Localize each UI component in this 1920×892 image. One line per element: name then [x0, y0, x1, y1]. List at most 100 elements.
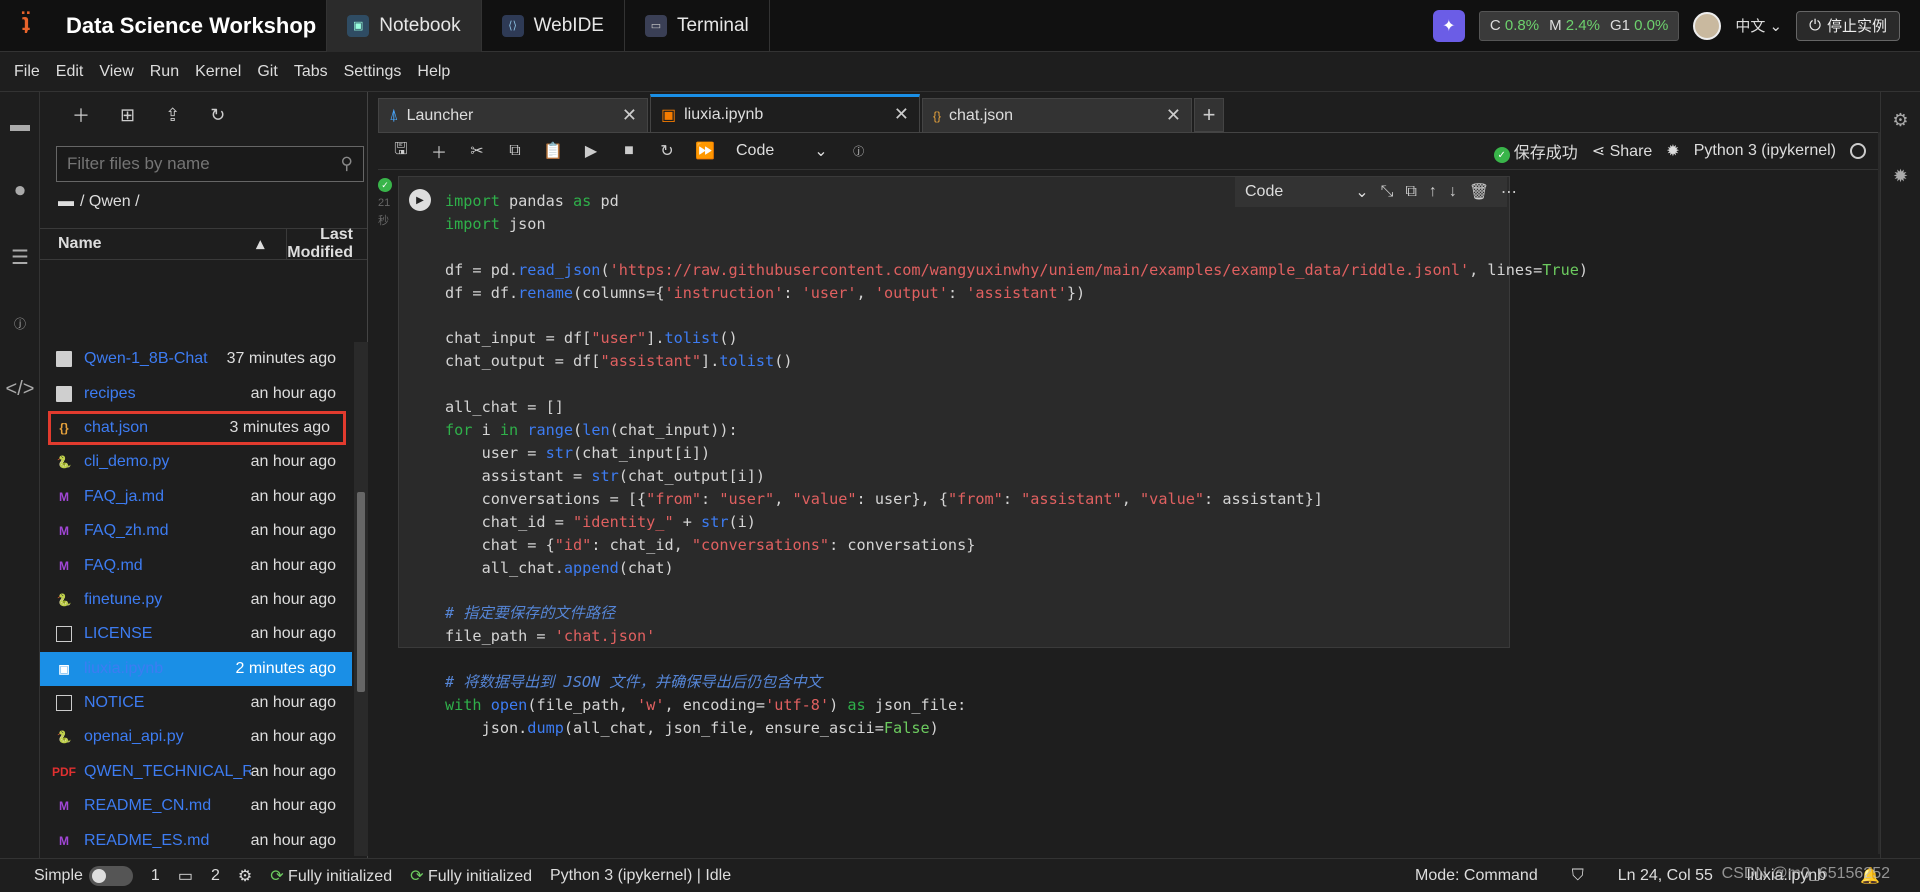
avatar[interactable] — [1693, 11, 1722, 40]
code-line: assistant = str(chat_output[i]) — [445, 466, 766, 485]
new-folder-icon[interactable]: ⊞ — [120, 105, 135, 126]
menu-settings[interactable]: Settings — [336, 63, 410, 81]
top-tab-notebook[interactable]: ▣ Notebook — [326, 0, 481, 52]
tab-launcher[interactable]: ⍋ Launcher ✕ — [378, 98, 648, 132]
file-row[interactable]: 🐍 cli_demo.py an hour ago — [40, 445, 352, 479]
cell-type-select[interactable]: Code ⌄ — [726, 141, 838, 161]
file-row[interactable]: M FAQ.md an hour ago — [40, 548, 352, 582]
restart-icon[interactable]: ↻ — [650, 136, 684, 166]
file-row[interactable]: M FAQ_ja.md an hour ago — [40, 480, 352, 514]
refresh-icon[interactable]: ↻ — [210, 105, 225, 126]
run-all-icon[interactable]: ⏩ — [688, 136, 722, 166]
file-row[interactable]: recipes an hour ago — [40, 376, 352, 410]
tab-chat-json[interactable]: {} chat.json ✕ — [922, 98, 1192, 132]
job-icon[interactable]: ⓙ — [0, 290, 40, 356]
copy-icon[interactable]: ⧉ — [498, 136, 532, 166]
menu-run[interactable]: Run — [142, 63, 187, 81]
lsp-icon: ⟳ — [270, 867, 284, 885]
stop-icon[interactable]: ■ — [612, 136, 646, 166]
kernel-status[interactable]: Python 3 (ipykernel) | Idle — [550, 867, 731, 885]
menu-help[interactable]: Help — [409, 63, 458, 81]
move-down-icon[interactable]: ↓ — [1449, 183, 1457, 201]
run-icon[interactable]: ▶ — [574, 136, 608, 166]
paste-icon[interactable]: 📋 — [536, 136, 570, 166]
folder-icon[interactable]: ▬ — [0, 92, 40, 158]
file-row[interactable]: Qwen-1_8B-Chat 37 minutes ago — [40, 342, 352, 376]
running-icon[interactable]: ⏺ — [0, 158, 40, 224]
file-row[interactable]: M README_CN.md an hour ago — [40, 789, 352, 823]
collapse-icon[interactable]: ⤡ — [1381, 183, 1394, 201]
share-button[interactable]: ⋖ Share — [1592, 141, 1653, 161]
json-icon: {} — [933, 108, 942, 123]
cut-icon[interactable]: ✂ — [460, 136, 494, 166]
add-tab-button[interactable]: + — [1194, 98, 1224, 132]
close-icon[interactable]: ✕ — [1166, 105, 1181, 126]
top-tab-webide[interactable]: ⟨⟩ WebIDE — [480, 0, 624, 52]
file-modified: an hour ago — [250, 728, 336, 746]
close-icon[interactable]: ✕ — [894, 104, 909, 125]
menu-view[interactable]: View — [91, 63, 141, 81]
tab-liuxia-ipynb[interactable]: ▣ liuxia.ipynb ✕ — [650, 94, 920, 132]
bug-icon[interactable]: ✹ — [1881, 148, 1920, 204]
file-name: recipes — [84, 384, 136, 402]
new-launcher-icon[interactable]: ＋ — [72, 102, 90, 128]
run-cell-button[interactable]: ▶ — [409, 189, 431, 211]
save-icon[interactable]: 🖫 — [384, 136, 418, 166]
breadcrumb-path[interactable]: / Qwen / — [80, 193, 140, 211]
bug-icon[interactable]: ✹ — [1666, 141, 1679, 161]
code-editor[interactable]: import pandas as pd import json df = pd.r… — [445, 190, 1588, 740]
menu-tabs[interactable]: Tabs — [286, 63, 336, 81]
filter-input[interactable] — [67, 154, 341, 174]
folder-icon[interactable]: ▬ — [58, 193, 74, 211]
more-icon[interactable]: ⋯ — [1501, 182, 1517, 202]
column-name[interactable]: Name — [58, 235, 102, 253]
file-row[interactable]: LICENSE an hour ago — [40, 617, 352, 651]
breadcrumb: ▬ / Qwen / — [40, 182, 367, 222]
chevron-down-icon[interactable]: ⌄ — [1355, 182, 1368, 202]
file-row[interactable]: 🐍 openai_api.py an hour ago — [40, 720, 352, 754]
file-row[interactable]: {} chat.json 3 minutes ago — [48, 410, 346, 446]
exec-count: 21 — [378, 197, 391, 209]
upload-icon[interactable]: ⇪ — [165, 105, 180, 126]
file-row[interactable]: ▣ liuxia.ipynb 2 minutes ago — [40, 651, 352, 686]
file-row[interactable]: 🐍 finetune.py an hour ago — [40, 583, 352, 617]
delete-icon[interactable]: 🗑 — [1469, 182, 1489, 202]
stop-instance-button[interactable]: ⏻ 停止实例 — [1796, 10, 1900, 41]
gpu-label: G1 — [1609, 17, 1630, 34]
code-icon[interactable]: </> — [0, 356, 40, 422]
language-select[interactable]: 中文 ⌄ — [1735, 15, 1782, 36]
insert-cell-icon[interactable]: ＋ — [422, 136, 456, 166]
file-row[interactable]: M README_ES.md an hour ago — [40, 823, 352, 854]
close-icon[interactable]: ✕ — [622, 105, 637, 126]
file-list-scrollbar[interactable] — [354, 342, 368, 856]
code-line: chat_id = "identity_" + str(i) — [445, 512, 756, 531]
toc-icon[interactable]: ☰ — [0, 224, 40, 290]
gear-icon[interactable]: ⚙ — [1881, 92, 1920, 148]
top-tab-terminal[interactable]: ▭ Terminal — [623, 0, 770, 52]
top-tab-label: Terminal — [676, 14, 749, 36]
status-bar: Simple 1 ▭ 2 ⚙ ⟳ Fully initialized ⟳ Ful… — [0, 858, 1920, 892]
move-up-icon[interactable]: ↑ — [1429, 183, 1437, 201]
duplicate-icon[interactable]: ⧉ — [1405, 183, 1416, 201]
assistant-icon[interactable]: ✦ — [1432, 9, 1465, 42]
job-icon[interactable]: ⓙ — [842, 136, 876, 166]
file-row[interactable]: PDF QWEN_TECHNICAL_R... an hour ago — [40, 755, 352, 789]
menu-git[interactable]: Git — [249, 63, 285, 81]
toggle-switch[interactable] — [88, 865, 133, 886]
file-modified: an hour ago — [250, 831, 336, 849]
code-line: df = pd.read_json('https://raw.githubuse… — [445, 260, 1589, 279]
share-icon: ⋖ — [1591, 143, 1606, 160]
kernel-name[interactable]: Python 3 (ipykernel) — [1694, 142, 1836, 160]
menu-file[interactable]: File — [6, 63, 48, 81]
code-cell[interactable]: ▶ import pandas as pd import json df = pd… — [398, 176, 1588, 737]
simple-label: Simple — [34, 866, 83, 884]
file-row[interactable]: M FAQ_zh.md an hour ago — [40, 514, 352, 548]
file-row[interactable]: NOTICE an hour ago — [40, 686, 352, 720]
file-modified: an hour ago — [250, 625, 336, 643]
simple-toggle[interactable]: Simple — [34, 865, 133, 886]
cell-type-label[interactable]: Code — [1245, 183, 1283, 201]
menu-kernel[interactable]: Kernel — [187, 63, 249, 81]
check-icon: ✓ — [1493, 147, 1510, 164]
menu-edit[interactable]: Edit — [48, 63, 92, 81]
column-modified[interactable]: Last Modified — [287, 226, 367, 262]
